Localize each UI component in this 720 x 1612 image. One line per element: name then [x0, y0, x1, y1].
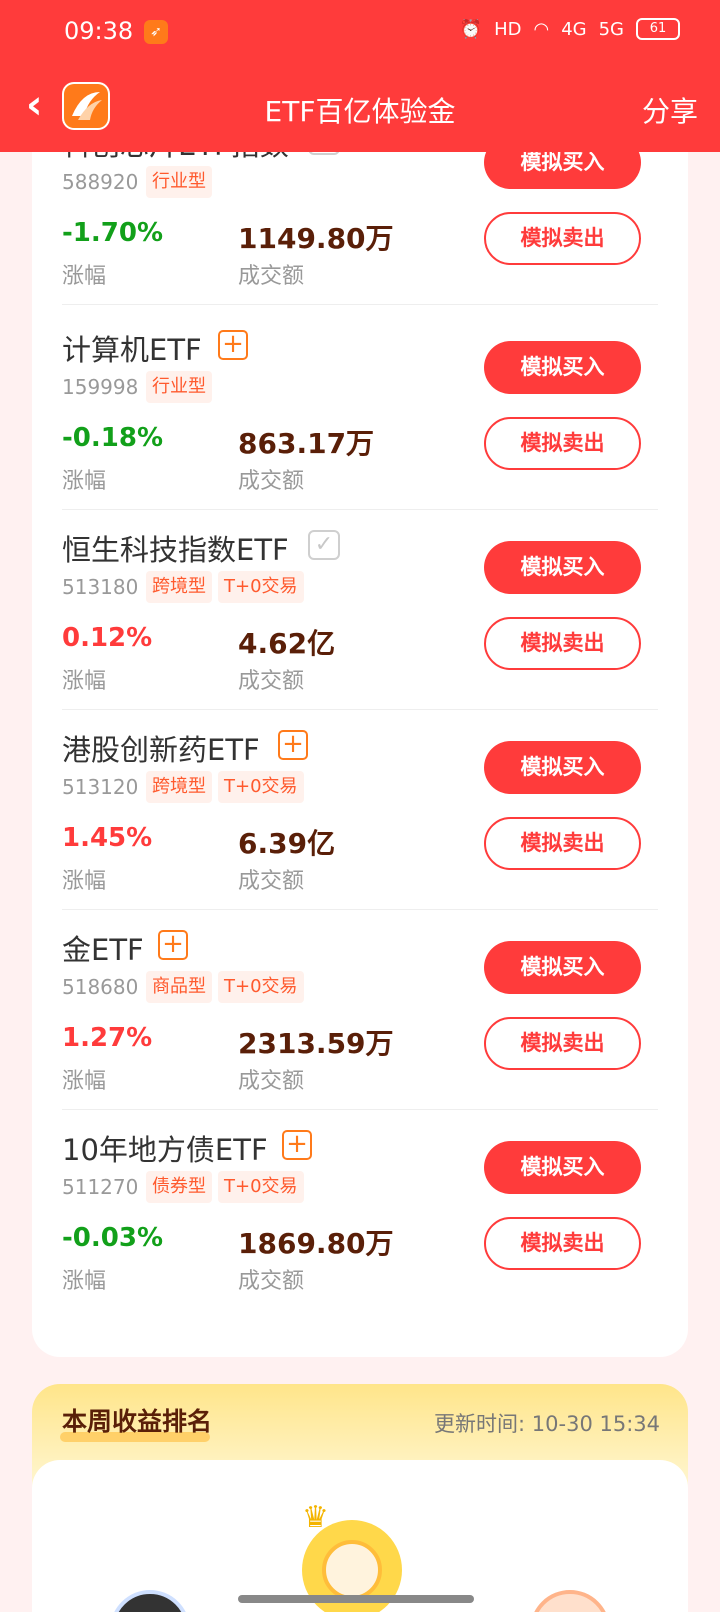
list-item: 金ETF + 518680 商品型 T+0交易 1.27% 涨幅 2313.59…	[32, 905, 688, 1110]
share-button[interactable]: 分享	[642, 90, 698, 130]
etf-change: -1.70%	[62, 218, 163, 248]
volume-label: 成交额	[238, 1269, 305, 1294]
simulate-buy-button[interactable]: 模拟买入	[484, 941, 641, 994]
simulate-sell-button[interactable]: 模拟卖出	[484, 212, 641, 265]
etf-code: 518680	[62, 975, 139, 999]
change-label: 涨幅	[62, 1269, 107, 1294]
etf-tag: 商品型	[146, 971, 212, 1003]
etf-volume: 1869.80万	[238, 1227, 394, 1260]
volume-label: 成交额	[238, 869, 305, 894]
battery-icon: 61	[636, 18, 680, 40]
etf-name: 金ETF	[62, 933, 144, 967]
simulate-buy-button[interactable]: 模拟买入	[484, 541, 641, 594]
etf-code: 588920	[62, 170, 139, 194]
etf-code: 511270	[62, 1175, 139, 1199]
etf-name: 计算机ETF	[62, 333, 202, 367]
status-icons: ⏰ HD ◠ 4G 5G 61	[460, 18, 680, 40]
status-bar: 09:38 ➶ ⏰ HD ◠ 4G 5G 61	[0, 0, 720, 65]
list-item: 计算机ETF + 159998 行业型 -0.18% 涨幅 863.17万 成交…	[32, 305, 688, 510]
etf-change: -0.18%	[62, 423, 163, 453]
avatar[interactable]	[322, 1540, 382, 1600]
simulate-buy-button[interactable]: 模拟买入	[484, 741, 641, 794]
etf-tag: T+0交易	[218, 771, 304, 803]
volume-label: 成交额	[238, 264, 305, 289]
list-item: 恒生科技指数ETF ✓ 513180 跨境型 T+0交易 0.12% 涨幅 4.…	[32, 505, 688, 710]
simulate-sell-button[interactable]: 模拟卖出	[484, 1017, 641, 1070]
simulate-sell-button[interactable]: 模拟卖出	[484, 1217, 641, 1270]
change-label: 涨幅	[62, 669, 107, 694]
etf-tag: 跨境型	[146, 571, 212, 603]
etf-tag: 行业型	[146, 166, 212, 198]
check-icon[interactable]: ✓	[308, 530, 340, 560]
notification-app-icon: ➶	[144, 20, 168, 44]
plus-icon[interactable]: +	[282, 1130, 312, 1160]
simulate-buy-button[interactable]: 模拟买入	[484, 341, 641, 394]
list-item: 10年地方债ETF + 511270 债券型 T+0交易 -0.03% 涨幅 1…	[32, 1105, 688, 1310]
list-item: 港股创新药ETF + 513120 跨境型 T+0交易 1.45% 涨幅 6.3…	[32, 705, 688, 910]
etf-tag: 债券型	[146, 1171, 212, 1203]
etf-tag: T+0交易	[218, 1171, 304, 1203]
etf-list-card: 科创芯片ETF指数 ✓ 588920 行业型 -1.70% 涨幅 1149.80…	[32, 152, 688, 1357]
plus-icon[interactable]: +	[218, 330, 248, 360]
signal-4g-icon: 4G	[561, 18, 587, 40]
hd-icon: HD	[494, 18, 522, 40]
etf-code: 513180	[62, 575, 139, 599]
home-indicator[interactable]	[238, 1595, 474, 1603]
etf-code: 513120	[62, 775, 139, 799]
volume-label: 成交额	[238, 669, 305, 694]
change-label: 涨幅	[62, 1069, 107, 1094]
page-title: ETF百亿体验金	[264, 95, 456, 128]
etf-name: 10年地方债ETF	[62, 1133, 268, 1167]
simulate-sell-button[interactable]: 模拟卖出	[484, 817, 641, 870]
ranking-title: 本周收益排名	[62, 1407, 213, 1436]
etf-change: 1.45%	[62, 823, 153, 853]
alarm-icon: ⏰	[459, 18, 483, 40]
simulate-buy-button[interactable]: 模拟买入	[484, 1141, 641, 1194]
etf-volume: 1149.80万	[238, 222, 394, 255]
etf-change: -0.03%	[62, 1223, 163, 1253]
check-icon[interactable]: ✓	[308, 152, 340, 155]
etf-volume: 2313.59万	[238, 1027, 394, 1060]
change-label: 涨幅	[62, 469, 107, 494]
etf-tag: T+0交易	[218, 971, 304, 1003]
plus-icon[interactable]: +	[158, 930, 188, 960]
etf-tag: 行业型	[146, 371, 212, 403]
simulate-sell-button[interactable]: 模拟卖出	[484, 417, 641, 470]
volume-label: 成交额	[238, 1069, 305, 1094]
etf-name: 港股创新药ETF	[62, 733, 260, 767]
ranking-panel: ♛	[32, 1460, 688, 1612]
etf-tag: 跨境型	[146, 771, 212, 803]
ranking-update-time: 更新时间: 10-30 15:34	[434, 1412, 660, 1436]
change-label: 涨幅	[62, 869, 107, 894]
volume-label: 成交额	[238, 469, 305, 494]
status-time: 09:38	[64, 17, 134, 45]
list-item: 科创芯片ETF指数 ✓ 588920 行业型 -1.70% 涨幅 1149.80…	[32, 152, 688, 305]
etf-name: 科创芯片ETF指数	[62, 152, 289, 164]
etf-tag: T+0交易	[218, 571, 304, 603]
app-header: ‹ ETF百亿体验金 分享	[0, 65, 720, 152]
etf-name: 恒生科技指数ETF	[62, 533, 289, 567]
etf-volume: 863.17万	[238, 427, 375, 460]
etf-volume: 6.39亿	[238, 827, 336, 860]
etf-change: 1.27%	[62, 1023, 153, 1053]
simulate-buy-button[interactable]: 模拟买入	[484, 152, 641, 189]
wifi-icon: ◠	[533, 18, 550, 40]
signal-5g-icon: 5G	[598, 18, 624, 40]
avatar[interactable]	[530, 1590, 610, 1612]
plus-icon[interactable]: +	[278, 730, 308, 760]
simulate-sell-button[interactable]: 模拟卖出	[484, 617, 641, 670]
weekly-ranking-section: 本周收益排名 更新时间: 10-30 15:34 ♛	[32, 1384, 688, 1612]
change-label: 涨幅	[62, 264, 107, 289]
etf-change: 0.12%	[62, 623, 153, 653]
etf-code: 159998	[62, 375, 139, 399]
crown-icon: ♛	[302, 1500, 329, 1535]
etf-volume: 4.62亿	[238, 627, 336, 660]
avatar[interactable]	[110, 1590, 190, 1612]
